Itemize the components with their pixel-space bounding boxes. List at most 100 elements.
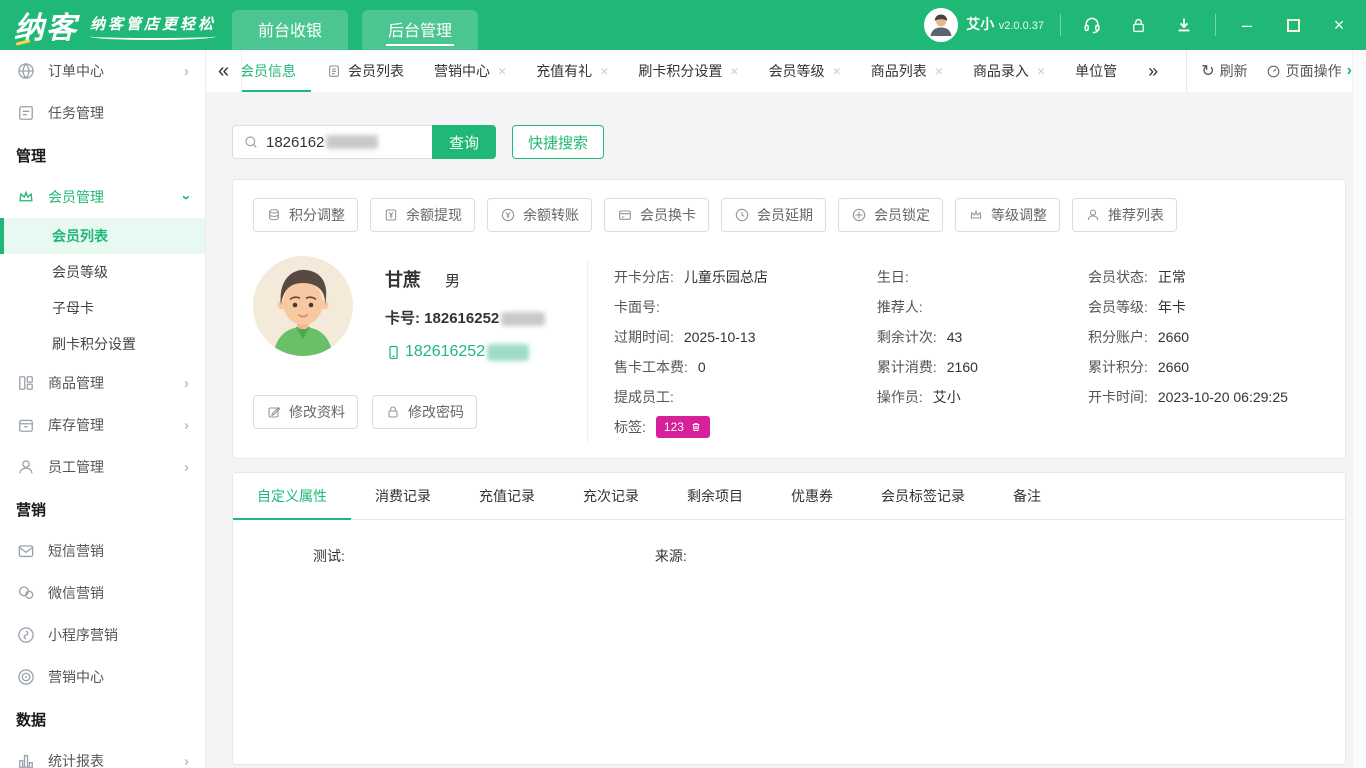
balance-withdraw-button[interactable]: 余额提现 — [370, 198, 475, 232]
records-tab-remarks[interactable]: 备注 — [989, 473, 1065, 519]
gauge-icon — [1266, 64, 1281, 79]
page-tab-product-list[interactable]: 商品列表 × — [856, 50, 958, 92]
page-tabbar: « 会员信息 会员列表 营销中心 × 充值有礼 × 刷卡积分设置 × 会员等级 … — [206, 50, 1366, 92]
page-operations-button[interactable]: 页面操作 › — [1266, 61, 1352, 81]
sidebar-item-swipe-points-settings[interactable]: 刷卡积分设置 — [0, 326, 205, 362]
member-detail-card: 积分调整 余额提现 余额转账 会员换卡 会员延期 会员锁定 等级调整 推荐列表 — [232, 179, 1346, 459]
header-divider — [1060, 14, 1061, 36]
query-button[interactable]: 查询 — [432, 125, 496, 159]
user-name: 艾小 — [966, 16, 995, 33]
vertical-scrollbar[interactable] — [1352, 50, 1366, 768]
member-details-grid: 开卡分店: 儿童乐园总店 卡面号: 过期时间: 2025-10-13 售卡工本费: 0… — [614, 256, 1325, 442]
page-tab-marketing-center[interactable]: 营销中心 × — [419, 50, 521, 92]
app-logo: 纳客 — [14, 3, 78, 47]
trash-icon[interactable] — [690, 421, 702, 433]
nav-tab-front-cashier[interactable]: 前台收银 — [232, 10, 349, 50]
detail-row: 推荐人: — [876, 299, 923, 315]
chevron-down-icon: › — [178, 194, 195, 200]
close-tab-icon[interactable]: × — [1037, 63, 1045, 79]
sidebar: 订单中心 › 任务管理 管理 会员管理 › 会员列表 会员等级 子母卡 刷卡积分… — [0, 50, 206, 768]
sidebar-item-member-level[interactable]: 会员等级 — [0, 254, 205, 290]
nav-tab-backend-admin[interactable]: 后台管理 — [362, 10, 479, 50]
close-window-button[interactable]: × — [1324, 10, 1354, 40]
sidebar-item-order-center[interactable]: 订单中心 › — [0, 50, 205, 92]
collapse-sidebar-button[interactable]: « — [206, 50, 242, 92]
user-text: 艾小 v2.0.0.37 — [966, 15, 1044, 34]
detail-row: 生日: — [876, 269, 909, 285]
lock-screen-icon[interactable] — [1123, 10, 1153, 40]
header-divider — [1215, 14, 1216, 36]
edit-profile-button[interactable]: 修改资料 — [253, 395, 358, 429]
detail-row: 会员等级: 年卡 — [1088, 299, 1186, 315]
sidebar-item-member-management[interactable]: 会员管理 › — [0, 176, 205, 218]
support-headset-icon[interactable] — [1077, 10, 1107, 40]
sidebar-item-marketing-center[interactable]: 营销中心 — [0, 656, 205, 698]
sidebar-item-wechat-marketing[interactable]: 微信营销 — [0, 572, 205, 614]
close-tab-icon[interactable]: × — [600, 63, 608, 79]
page-tab-member-list[interactable]: 会员列表 — [311, 50, 419, 92]
member-tag-badge[interactable]: 123 — [655, 416, 710, 438]
detail-row: 售卡工本费: 0 — [614, 359, 706, 375]
member-name-block: 甘蔗 男 卡号: 182616252 182616252 — [385, 256, 546, 361]
records-tab-tag-records[interactable]: 会员标签记录 — [857, 473, 989, 519]
globe-icon — [16, 61, 36, 81]
close-tab-icon[interactable]: × — [833, 63, 841, 79]
product-icon — [16, 373, 36, 393]
app-body: 订单中心 › 任务管理 管理 会员管理 › 会员列表 会员等级 子母卡 刷卡积分… — [0, 50, 1366, 768]
detail-row: 积分账户: 2660 — [1088, 329, 1190, 345]
change-card-button[interactable]: 会员换卡 — [604, 198, 709, 232]
app-header: 纳客 纳客管店更轻松 前台收银 后台管理 艾小 v2.0.0.37 – × — [0, 0, 1366, 50]
page-tab-recharge-gift[interactable]: 充值有礼 × — [521, 50, 623, 92]
app-window: 纳客 纳客管店更轻松 前台收银 后台管理 艾小 v2.0.0.37 – × 订单… — [0, 0, 1366, 768]
balance-transfer-button[interactable]: 余额转账 — [487, 198, 592, 232]
records-tab-consumption[interactable]: 消费记录 — [351, 473, 455, 519]
download-icon[interactable] — [1169, 10, 1199, 40]
page-tab-unit-management-truncated[interactable]: 单位管 — [1060, 50, 1132, 92]
level-adjust-button[interactable]: 等级调整 — [955, 198, 1060, 232]
clipboard-icon — [326, 63, 342, 79]
records-tab-remaining-items[interactable]: 剩余项目 — [663, 473, 767, 519]
page-tab-product-entry[interactable]: 商品录入 × — [958, 50, 1060, 92]
sidebar-item-product-management[interactable]: 商品管理 › — [0, 362, 205, 404]
records-tab-recharge[interactable]: 充值记录 — [455, 473, 559, 519]
points-adjust-button[interactable]: 积分调整 — [253, 198, 358, 232]
member-tag-row: 标签: 123 — [614, 412, 877, 442]
search-icon — [243, 134, 259, 150]
referral-list-button[interactable]: 推荐列表 — [1072, 198, 1177, 232]
sidebar-item-task-management[interactable]: 任务管理 — [0, 92, 205, 134]
yen-circle-icon — [500, 207, 516, 223]
phone-value: 182616252 — [405, 343, 486, 360]
quick-search-button[interactable]: 快捷搜索 — [512, 125, 605, 159]
records-tab-custom-attributes[interactable]: 自定义属性 — [233, 473, 351, 520]
sidebar-item-inventory-management[interactable]: 库存管理 › — [0, 404, 205, 446]
records-tab-recharge-times[interactable]: 充次记录 — [559, 473, 663, 519]
sidebar-item-sms-marketing[interactable]: 短信营销 — [0, 530, 205, 572]
member-lock-button[interactable]: 会员锁定 — [838, 198, 943, 232]
sidebar-item-statistics-reports[interactable]: 统计报表 › — [0, 740, 205, 768]
close-tab-icon[interactable]: × — [935, 63, 943, 79]
sidebar-item-miniprogram-marketing[interactable]: 小程序营销 — [0, 614, 205, 656]
close-tab-icon[interactable]: × — [730, 63, 738, 79]
search-input[interactable]: 1826162 — [232, 125, 432, 159]
detail-row: 累计消费: 2160 — [876, 359, 978, 375]
minimize-button[interactable]: – — [1232, 10, 1262, 40]
records-tab-coupons[interactable]: 优惠券 — [767, 473, 857, 519]
inventory-icon — [16, 415, 36, 435]
vertical-divider — [587, 260, 588, 442]
close-tab-icon[interactable]: × — [498, 63, 506, 79]
expand-tabs-button[interactable]: » — [1132, 50, 1174, 92]
sidebar-item-member-list[interactable]: 会员列表 — [0, 218, 205, 254]
page-tab-member-level[interactable]: 会员等级 × — [754, 50, 856, 92]
tagline-underline — [90, 33, 217, 40]
edit-password-button[interactable]: 修改密码 — [372, 395, 477, 429]
member-extend-button[interactable]: 会员延期 — [721, 198, 826, 232]
records-tabbar: 自定义属性 消费记录 充值记录 充次记录 剩余项目 优惠券 会员标签记录 备注 — [233, 473, 1345, 520]
maximize-button[interactable] — [1278, 10, 1308, 40]
sidebar-section-marketing: 营销 — [16, 501, 47, 519]
page-tab-swipe-points[interactable]: 刷卡积分设置 × — [623, 50, 753, 92]
sidebar-item-staff-management[interactable]: 员工管理 › — [0, 446, 205, 488]
user-avatar — [924, 8, 959, 42]
user-info[interactable]: 艾小 v2.0.0.37 — [924, 8, 1044, 42]
sidebar-item-parent-child-card[interactable]: 子母卡 — [0, 290, 205, 326]
refresh-button[interactable]: ↻ 刷新 — [1201, 61, 1247, 81]
